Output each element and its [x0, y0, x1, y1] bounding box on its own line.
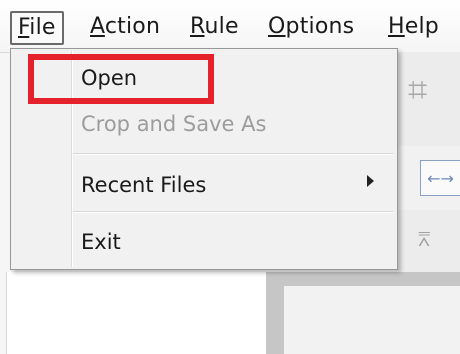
align-top-icon[interactable]: ⩞: [418, 224, 430, 254]
application-window: File Action Rule Options Help ⌗ ←→ ⩞ Ope…: [0, 0, 460, 354]
highlight-box: [28, 54, 214, 104]
menu-rule[interactable]: Rule: [190, 12, 239, 42]
menu-help-label: Help: [388, 14, 439, 39]
menu-rule-label: Rule: [190, 14, 239, 39]
menu-item-crop-and-save-as: Crop and Save As: [81, 112, 267, 136]
arrow-left-right-icon[interactable]: ←→: [420, 160, 460, 196]
menu-separator: [73, 211, 393, 213]
submenu-arrow-icon: [367, 175, 374, 187]
menu-action[interactable]: Action: [90, 12, 160, 42]
menu-help[interactable]: Help: [388, 12, 439, 42]
menu-file-label: File: [18, 15, 56, 40]
menu-options-label: Options: [268, 14, 355, 39]
menu-file[interactable]: File: [10, 11, 64, 45]
menu-item-recent-files[interactable]: Recent Files: [81, 170, 206, 200]
menubar: File Action Rule Options Help: [0, 0, 460, 53]
preview-pane: [284, 286, 460, 354]
menu-item-exit[interactable]: Exit: [81, 227, 121, 257]
menu-separator: [73, 153, 393, 155]
grid-icon[interactable]: ⌗: [408, 70, 427, 110]
file-list-pane: [6, 272, 267, 354]
menu-options[interactable]: Options: [268, 12, 354, 42]
menu-action-label: Action: [90, 14, 161, 39]
